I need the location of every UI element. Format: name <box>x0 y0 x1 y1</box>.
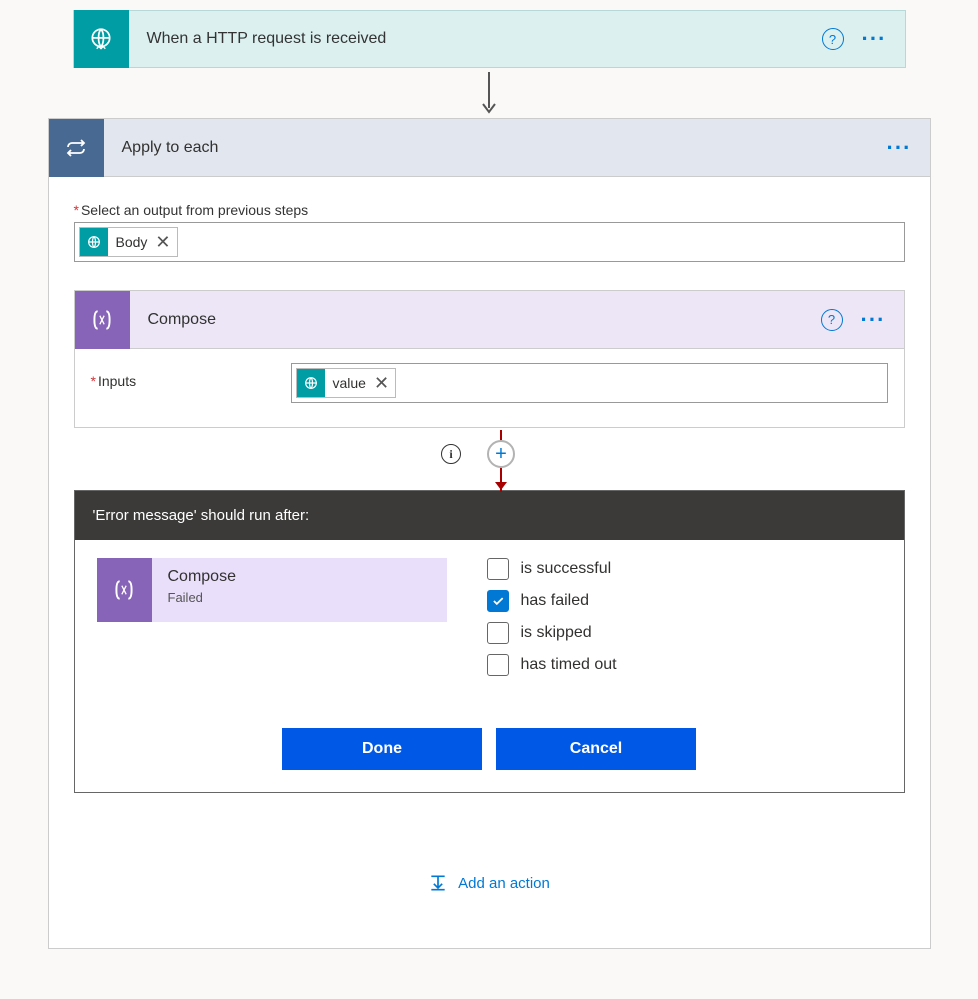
compose-title: Compose <box>130 311 821 329</box>
compose-header[interactable]: Compose ? ··· <box>75 291 904 349</box>
run-after-header: 'Error message' should run after: <box>75 491 904 540</box>
more-menu-icon[interactable]: ··· <box>862 34 887 44</box>
required-star: * <box>74 202 79 218</box>
more-menu-icon[interactable]: ··· <box>861 315 886 325</box>
data-op-icon <box>75 291 130 349</box>
help-icon[interactable]: ? <box>821 309 843 331</box>
http-globe-icon <box>297 369 325 397</box>
inputs-token-box[interactable]: value ✕ <box>291 363 888 403</box>
loop-icon <box>49 119 104 177</box>
option-label: is skipped <box>521 624 592 642</box>
token-label: value <box>325 375 372 391</box>
remove-token-icon[interactable]: ✕ <box>372 373 395 394</box>
prev-step-status: Failed <box>168 590 236 605</box>
http-globe-icon <box>80 228 108 256</box>
previous-step-tile[interactable]: Compose Failed <box>97 558 447 622</box>
trigger-title: When a HTTP request is received <box>129 30 822 48</box>
required-star: * <box>91 373 96 389</box>
body-token[interactable]: Body ✕ <box>79 227 178 257</box>
apply-to-each-title: Apply to each <box>104 139 887 157</box>
select-output-input[interactable]: Body ✕ <box>74 222 905 262</box>
apply-to-each-card: Apply to each ··· *Select an output from… <box>48 118 931 949</box>
run-after-options: is successful has failed is skipped <box>487 558 882 686</box>
add-step-icon[interactable]: + <box>487 440 515 468</box>
option-label: has failed <box>521 592 590 610</box>
option-label: is successful <box>521 560 612 578</box>
checkbox-skipped[interactable] <box>487 622 509 644</box>
info-icon[interactable]: i <box>441 444 461 464</box>
select-output-label: *Select an output from previous steps <box>74 202 905 218</box>
add-action-label: Add an action <box>458 875 550 892</box>
done-button[interactable]: Done <box>282 728 482 770</box>
compose-card: Compose ? ··· *Inputs <box>74 290 905 428</box>
prev-step-title: Compose <box>168 568 236 586</box>
failed-connector-arrowhead <box>495 482 507 490</box>
value-token[interactable]: value ✕ <box>296 368 397 398</box>
token-label: Body <box>108 234 154 250</box>
inputs-label: *Inputs <box>91 363 271 403</box>
connector-arrow <box>477 70 501 116</box>
add-an-action[interactable]: Add an action <box>74 793 905 933</box>
connector: i + <box>74 430 905 490</box>
http-globe-icon <box>74 10 129 68</box>
checkbox-timedout[interactable] <box>487 654 509 676</box>
remove-token-icon[interactable]: ✕ <box>153 232 176 253</box>
checkbox-failed[interactable] <box>487 590 509 612</box>
trigger-card[interactable]: When a HTTP request is received ? ··· <box>73 10 906 68</box>
run-after-card: 'Error message' should run after: Compos… <box>74 490 905 793</box>
checkbox-success[interactable] <box>487 558 509 580</box>
data-op-icon <box>97 558 152 622</box>
cancel-button[interactable]: Cancel <box>496 728 696 770</box>
more-menu-icon[interactable]: ··· <box>887 143 912 153</box>
help-icon[interactable]: ? <box>822 28 844 50</box>
option-label: has timed out <box>521 656 617 674</box>
add-action-icon <box>428 873 448 893</box>
apply-to-each-header[interactable]: Apply to each ··· <box>49 119 930 177</box>
